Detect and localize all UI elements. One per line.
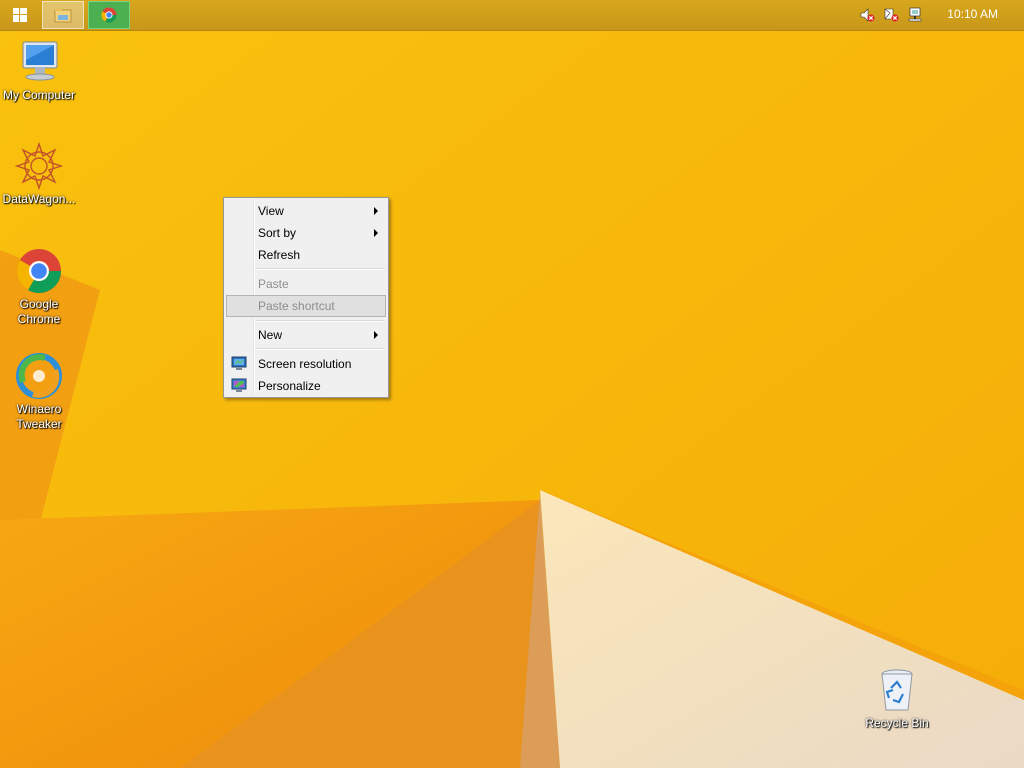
recycle-bin-icon	[881, 669, 913, 711]
datawagon-icon	[15, 142, 63, 190]
menu-item-label: Refresh	[258, 248, 301, 262]
submenu-arrow-icon	[374, 331, 378, 339]
taskbar-chrome-button[interactable]	[88, 1, 130, 29]
desktop-context-menu: View Sort by Refresh Paste Paste shortcu…	[223, 197, 389, 398]
taskbar-file-explorer-button[interactable]	[42, 1, 84, 29]
submenu-arrow-icon	[374, 207, 378, 215]
desktop-icon-label: DataWagon...	[2, 192, 76, 206]
menu-item-label: Screen resolution	[258, 357, 352, 371]
submenu-arrow-icon	[374, 229, 378, 237]
desktop[interactable]: 10:10 AM My Computer DataWagon... Google…	[0, 0, 1024, 768]
windows-logo-icon	[13, 8, 27, 22]
desktop-icon-label: My Computer	[2, 88, 76, 102]
start-button[interactable]	[6, 5, 34, 25]
menu-separator	[255, 348, 385, 350]
desktop-icon-my-computer[interactable]: My Computer	[0, 38, 78, 103]
screen-resolution-icon	[231, 356, 247, 370]
folder-icon	[54, 8, 72, 23]
menu-item-view[interactable]: View	[226, 200, 386, 222]
desktop-icon-label: Google Chrome	[17, 297, 61, 326]
menu-item-paste[interactable]: Paste	[226, 273, 386, 295]
menu-item-refresh[interactable]: Refresh	[226, 244, 386, 266]
chrome-icon	[101, 7, 117, 23]
menu-item-new[interactable]: New	[226, 324, 386, 346]
menu-item-label: View	[258, 204, 284, 218]
menu-item-screen-resolution[interactable]: Screen resolution	[226, 353, 386, 375]
wallpaper	[0, 0, 1024, 768]
menu-item-sort-by[interactable]: Sort by	[226, 222, 386, 244]
desktop-icon-winaero-tweaker[interactable]: Winaero Tweaker	[0, 352, 78, 432]
menu-separator	[255, 320, 385, 322]
winaero-tweaker-icon	[16, 353, 62, 399]
computer-icon	[22, 41, 58, 81]
desktop-icon-recycle-bin[interactable]: Recycle Bin	[858, 666, 936, 731]
volume-muted-icon[interactable]	[858, 6, 876, 24]
personalize-icon	[231, 378, 247, 392]
desktop-icon-google-chrome[interactable]: Google Chrome	[0, 247, 78, 327]
chrome-icon	[17, 249, 61, 293]
menu-item-label: Personalize	[258, 379, 321, 393]
menu-separator	[255, 268, 385, 270]
menu-item-label: Paste	[258, 277, 289, 291]
desktop-icon-datawagon[interactable]: DataWagon...	[0, 142, 78, 207]
menu-item-label: Sort by	[258, 226, 297, 240]
action-center-alert-icon[interactable]	[882, 6, 900, 24]
menu-item-label: Paste shortcut	[258, 299, 335, 313]
menu-item-paste-shortcut[interactable]: Paste shortcut	[226, 295, 386, 317]
menu-item-personalize[interactable]: Personalize	[226, 375, 386, 397]
taskbar: 10:10 AM	[0, 0, 1024, 31]
desktop-icon-label: Winaero Tweaker	[16, 402, 62, 431]
taskbar-clock[interactable]: 10:10 AM	[947, 7, 998, 21]
menu-item-label: New	[258, 328, 283, 342]
network-icon[interactable]	[906, 6, 924, 24]
desktop-icon-label: Recycle Bin	[865, 716, 929, 730]
